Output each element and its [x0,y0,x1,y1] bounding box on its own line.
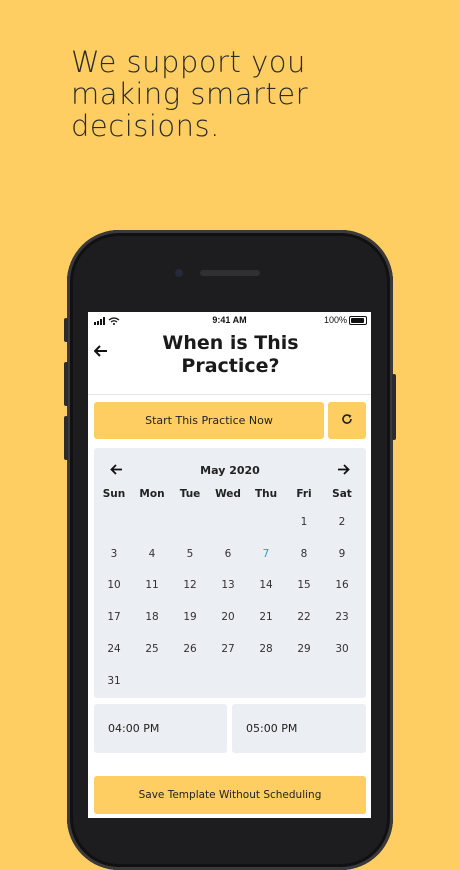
calendar-day[interactable]: 24 [95,643,133,655]
start-time-field[interactable]: 04:00 PM [94,704,227,753]
weekday-label: Thu [254,488,278,500]
volume-down-button [64,416,68,460]
calendar-day[interactable]: 2 [323,516,361,528]
calendar-day[interactable]: 14 [247,579,285,591]
calendar-week: 17 18 19 20 21 22 23 [94,601,366,633]
calendar-day[interactable]: 4 [133,548,171,560]
start-practice-button[interactable]: Start This Practice Now [94,402,324,439]
headline-line-2: making smarter [71,77,309,111]
calendar-day[interactable]: 7 [247,548,285,560]
refresh-icon [341,412,353,430]
nav-header: When is This Practice? [88,330,371,395]
page-title: When is This Practice? [128,332,333,378]
calendar-week: 12 [94,506,366,538]
status-bar: 9:41 AM 100% [88,312,371,330]
calendar-day[interactable]: 13 [209,579,247,591]
volume-up-button [64,362,68,406]
calendar-day[interactable]: 21 [247,611,285,623]
calendar-day[interactable]: 10 [95,579,133,591]
save-template-button[interactable]: Save Template Without Scheduling [94,776,366,814]
calendar-day[interactable]: 12 [171,579,209,591]
calendar-week: 10 11 12 13 14 15 16 [94,570,366,602]
front-camera [175,269,183,277]
calendar-day[interactable]: 20 [209,611,247,623]
calendar-month: May 2020 [200,464,260,477]
headline-line-1: We support you [71,45,306,79]
headline-line-3: decisions. [71,109,220,143]
calendar-day[interactable]: 5 [171,548,209,560]
weekday-label: Fri [296,488,312,500]
page-title-line-1: When is This [162,332,299,354]
calendar-day[interactable]: 23 [323,611,361,623]
calendar-day[interactable]: 25 [133,643,171,655]
calendar-day[interactable]: 29 [285,643,323,655]
weekday-label: Tue [179,488,201,500]
calendar-week: 24 25 26 27 28 29 30 [94,633,366,665]
calendar-week: 31 [94,665,366,697]
calendar-day[interactable]: 1 [285,516,323,528]
end-time-value: 05:00 PM [246,722,298,735]
calendar-day[interactable]: 22 [285,611,323,623]
calendar-day[interactable]: 30 [323,643,361,655]
calendar-day[interactable]: 3 [95,548,133,560]
calendar-day[interactable]: 9 [323,548,361,560]
calendar: May 2020 Sun Mon Tue Wed Thu Fri Sat 123… [94,448,366,698]
calendar-day[interactable]: 11 [133,579,171,591]
silent-switch [64,318,68,342]
battery-icon [349,316,367,325]
calendar-day[interactable]: 17 [95,611,133,623]
calendar-days: 1 2 3 4 5 6 7 8 9 10 11 12 13 14 15 16 17 18 19 20 21 22 23 24 2… [94,506,366,697]
calendar-day[interactable]: 18 [133,611,171,623]
calendar-day[interactable]: 19 [171,611,209,623]
end-time-field[interactable]: 05:00 PM [232,704,366,753]
calendar-day[interactable]: 8 [285,548,323,560]
power-button [392,374,396,440]
weekday-label: Mon [139,488,165,500]
weekday-label: Sat [332,488,352,500]
earpiece-speaker [200,270,260,276]
page-title-line-2: Practice? [181,355,280,377]
calendar-day[interactable]: 26 [171,643,209,655]
headline: We support you making smarter decisions. [71,46,431,142]
next-month-arrow-icon[interactable] [337,462,350,478]
calendar-day[interactable]: 15 [285,579,323,591]
weekday-label: Sun [102,488,126,500]
battery-percent: 100% [323,315,347,325]
back-arrow-icon[interactable] [93,344,108,362]
calendar-day[interactable]: 27 [209,643,247,655]
calendar-day[interactable]: 28 [247,643,285,655]
weekday-label: Wed [215,488,241,500]
calendar-week: 3456789 [94,538,366,570]
app-screen: 9:41 AM 100% When is This Practice? Star… [88,312,371,818]
calendar-day[interactable]: 31 [95,675,133,687]
start-time-value: 04:00 PM [108,722,160,735]
refresh-button[interactable] [328,402,366,439]
calendar-day[interactable]: 6 [209,548,247,560]
calendar-day[interactable]: 16 [323,579,361,591]
weekday-header: Sun Mon Tue Wed Thu Fri Sat [94,488,366,500]
